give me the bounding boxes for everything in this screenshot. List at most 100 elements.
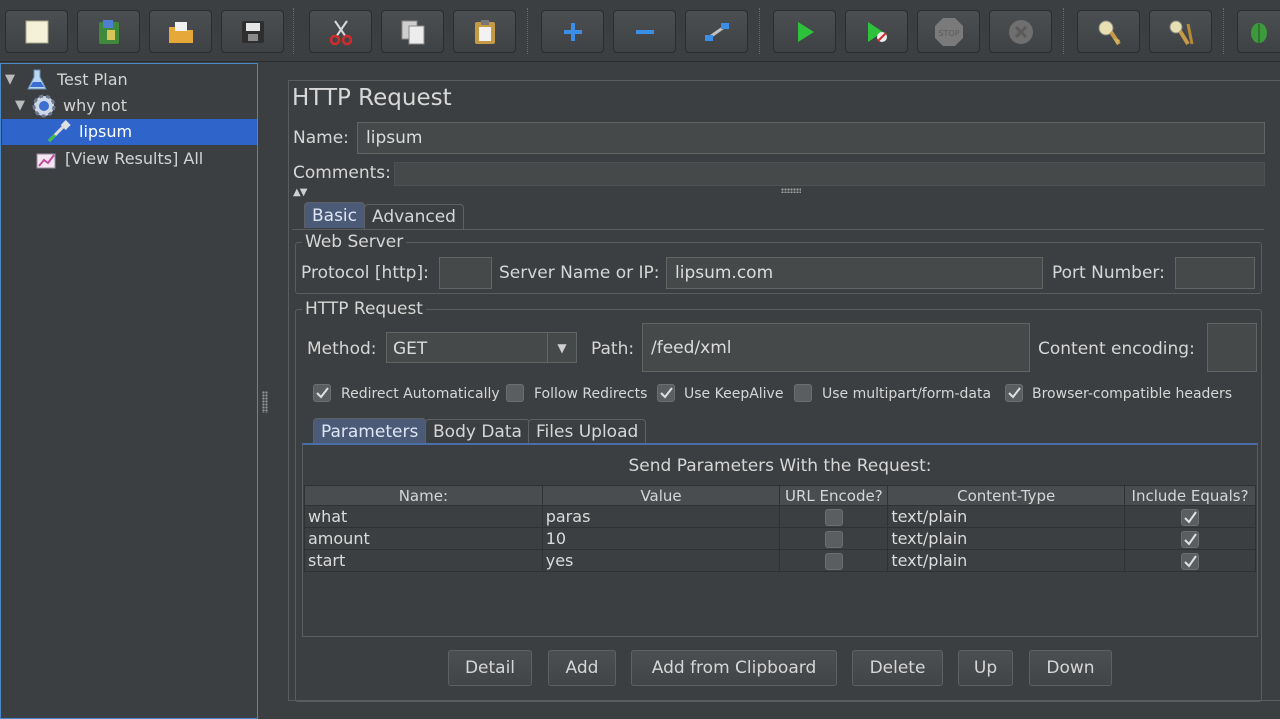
tree-node-label: lipsum bbox=[75, 122, 137, 141]
templates-button[interactable] bbox=[77, 10, 140, 53]
expand-icon bbox=[563, 22, 582, 41]
redirect-automatically-checkbox[interactable] bbox=[313, 384, 331, 402]
resize-grip-icon[interactable] bbox=[781, 188, 801, 193]
detail-button[interactable]: Detail bbox=[448, 650, 532, 686]
protocol-field[interactable] bbox=[439, 257, 492, 289]
collapse-button[interactable] bbox=[613, 10, 676, 53]
content-type-cell[interactable]: text/plain bbox=[887, 549, 1126, 572]
content-encoding-field[interactable] bbox=[1207, 323, 1257, 372]
param-value-cell[interactable]: yes bbox=[541, 549, 781, 572]
collapse-arrows-icon[interactable]: ▲▼ bbox=[293, 187, 307, 198]
tab-files-upload[interactable]: Files Upload bbox=[528, 419, 647, 444]
path-field[interactable]: /feed/xml bbox=[642, 323, 1030, 372]
comments-field[interactable] bbox=[394, 162, 1265, 186]
name-field[interactable]: lipsum bbox=[357, 122, 1265, 154]
include-equals-checkbox[interactable] bbox=[1181, 531, 1200, 548]
url-encode-cell[interactable] bbox=[779, 549, 889, 572]
new-button[interactable] bbox=[5, 10, 68, 53]
checkmark-icon bbox=[316, 387, 329, 399]
delete-button[interactable]: Delete bbox=[852, 650, 943, 686]
method-value: GET bbox=[393, 339, 428, 359]
expand-caret-icon[interactable]: ▼ bbox=[15, 98, 29, 113]
browser-compatible-headers-checkbox[interactable] bbox=[1005, 384, 1023, 402]
shutdown-icon bbox=[1008, 19, 1033, 44]
stop-icon: STOP bbox=[934, 17, 963, 46]
follow-redirects-checkbox[interactable] bbox=[506, 384, 524, 402]
tab-body-data[interactable]: Body Data bbox=[425, 419, 530, 444]
param-name-cell[interactable]: what bbox=[304, 505, 543, 528]
down-button[interactable]: Down bbox=[1029, 650, 1112, 686]
table-row[interactable]: amount 10 text/plain bbox=[304, 527, 1256, 550]
tab-basic[interactable]: Basic bbox=[304, 202, 366, 228]
column-header-name[interactable]: Name: bbox=[304, 485, 543, 506]
tree-node-why-not[interactable]: ▼ why not bbox=[15, 93, 131, 118]
cut-button[interactable] bbox=[309, 10, 372, 53]
use-multipart-checkbox[interactable] bbox=[794, 384, 812, 402]
content-type-cell[interactable]: text/plain bbox=[887, 505, 1126, 528]
include-equals-cell[interactable] bbox=[1124, 549, 1256, 572]
method-label: Method: bbox=[307, 339, 377, 359]
open-button[interactable] bbox=[149, 10, 212, 53]
open-icon bbox=[168, 21, 193, 43]
paste-button[interactable] bbox=[453, 10, 516, 53]
stop-button[interactable]: STOP bbox=[917, 10, 980, 53]
server-name-field[interactable]: lipsum.com bbox=[666, 257, 1043, 289]
copy-button[interactable] bbox=[381, 10, 444, 53]
save-button[interactable] bbox=[221, 10, 284, 53]
clear-button[interactable] bbox=[1077, 10, 1140, 53]
param-value-cell[interactable]: 10 bbox=[541, 527, 781, 550]
table-row[interactable]: start yes text/plain bbox=[304, 549, 1256, 572]
column-header-content-type[interactable]: Content-Type bbox=[887, 485, 1126, 506]
content-encoding-label: Content encoding: bbox=[1038, 339, 1195, 359]
tree-node-view-results[interactable]: [View Results] All bbox=[35, 146, 207, 171]
url-encode-checkbox[interactable] bbox=[824, 531, 843, 548]
method-select[interactable]: GET ▼ bbox=[386, 332, 577, 363]
clear-icon bbox=[1098, 20, 1121, 45]
tab-advanced[interactable]: Advanced bbox=[364, 204, 464, 229]
table-row[interactable]: what paras text/plain bbox=[304, 505, 1256, 528]
expand-button[interactable] bbox=[541, 10, 604, 53]
use-multipart-label: Use multipart/form-data bbox=[822, 386, 992, 402]
expand-caret-icon[interactable]: ▼ bbox=[5, 72, 19, 87]
url-encode-cell[interactable] bbox=[779, 505, 889, 528]
shutdown-button[interactable] bbox=[989, 10, 1052, 53]
search-button[interactable] bbox=[1237, 10, 1280, 53]
include-equals-cell[interactable] bbox=[1124, 527, 1256, 550]
start-no-pauses-icon bbox=[867, 21, 887, 42]
paste-icon bbox=[474, 19, 495, 44]
content-type-cell[interactable]: text/plain bbox=[887, 527, 1126, 550]
add-from-clipboard-button[interactable]: Add from Clipboard bbox=[631, 650, 837, 686]
port-number-field[interactable] bbox=[1175, 257, 1255, 289]
use-keepalive-checkbox[interactable] bbox=[657, 384, 675, 402]
column-header-value[interactable]: Value bbox=[541, 485, 781, 506]
up-button[interactable]: Up bbox=[958, 650, 1013, 686]
include-equals-checkbox[interactable] bbox=[1181, 553, 1200, 570]
tree-node-lipsum[interactable]: lipsum bbox=[43, 119, 137, 144]
tree-node-label: [View Results] All bbox=[65, 149, 204, 168]
checkmark-icon bbox=[1008, 387, 1021, 399]
web-server-title: Web Server bbox=[302, 232, 407, 252]
tree-node-test-plan[interactable]: ▼ Test Plan bbox=[5, 67, 132, 92]
tab-parameters[interactable]: Parameters bbox=[313, 418, 427, 444]
column-header-include-equals[interactable]: Include Equals? bbox=[1124, 485, 1256, 506]
param-name-cell[interactable]: start bbox=[304, 549, 543, 572]
start-icon bbox=[797, 21, 814, 42]
column-header-url-encode[interactable]: URL Encode? bbox=[779, 485, 889, 506]
include-equals-checkbox[interactable] bbox=[1181, 509, 1200, 526]
clear-all-button[interactable] bbox=[1149, 10, 1212, 53]
start-button[interactable] bbox=[773, 10, 836, 53]
checkmark-icon bbox=[1184, 533, 1197, 546]
param-value-cell[interactable]: paras bbox=[541, 505, 781, 528]
url-encode-cell[interactable] bbox=[779, 527, 889, 550]
url-encode-checkbox[interactable] bbox=[824, 553, 843, 570]
split-pane-divider[interactable] bbox=[259, 63, 271, 719]
chevron-down-icon[interactable]: ▼ bbox=[547, 333, 576, 362]
start-no-pauses-button[interactable] bbox=[845, 10, 908, 53]
param-name-cell[interactable]: amount bbox=[304, 527, 543, 550]
include-equals-cell[interactable] bbox=[1124, 505, 1256, 528]
port-number-label: Port Number: bbox=[1052, 263, 1165, 283]
add-button[interactable]: Add bbox=[548, 650, 616, 686]
thread-group-gear-icon bbox=[32, 94, 56, 117]
url-encode-checkbox[interactable] bbox=[824, 509, 843, 526]
toggle-button[interactable] bbox=[685, 10, 748, 53]
